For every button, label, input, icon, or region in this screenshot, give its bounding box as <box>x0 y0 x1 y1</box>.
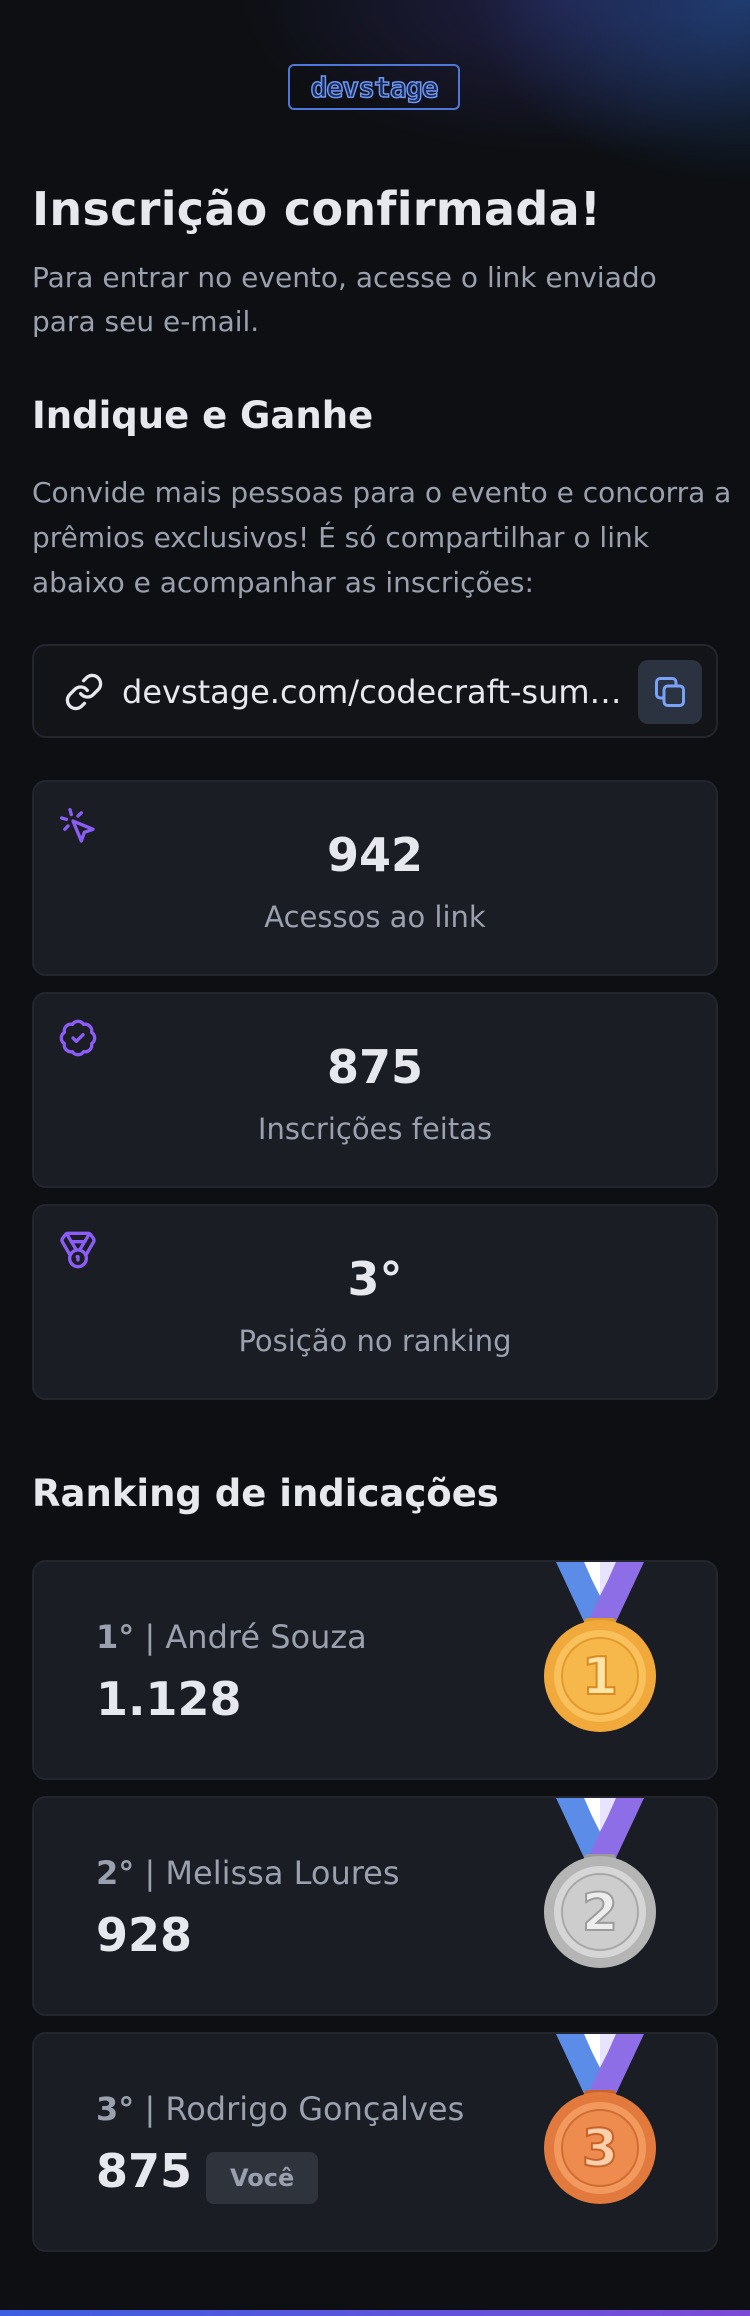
ranking-position: 2° <box>96 1854 135 1892</box>
ranking-participant: André Souza <box>165 1618 367 1656</box>
ranking-position: 3° <box>96 2090 135 2128</box>
medal-number: 1 <box>582 1647 618 1707</box>
copy-icon <box>655 677 685 707</box>
stat-label: Inscrições feitas <box>257 1112 493 1146</box>
stat-card-registrations: 875 Inscrições feitas <box>32 992 718 1188</box>
stat-card-link-access: 942 Acessos ao link <box>32 780 718 976</box>
stat-label: Acessos ao link <box>264 900 486 934</box>
referral-link-text[interactable]: devstage.com/codecraft-summit-2025/1 <box>122 668 642 716</box>
ranking-participant: Melissa Loures <box>165 1854 400 1892</box>
gold-medal-icon: 1 <box>544 1562 656 1732</box>
ranking-participant: Rodrigo Gonçalves <box>165 2090 465 2128</box>
ranking-entry-2: 2° | Melissa Loures 928 2 <box>32 1796 718 2016</box>
ranking-entry-1: 1° | André Souza 1.128 1 <box>32 1560 718 1780</box>
stat-label: Posição no ranking <box>238 1324 512 1358</box>
page-title: Inscrição confirmada! <box>32 182 602 236</box>
devstage-logo: devstage <box>288 64 460 110</box>
confirmation-subtitle: Para entrar no evento, acesse o link env… <box>32 261 657 338</box>
ranking-name: 2° | Melissa Loures <box>96 1854 400 1892</box>
stat-value: 3° <box>347 1252 403 1306</box>
medal-number: 2 <box>582 1883 618 1943</box>
referral-heading: Indique e Ganhe <box>32 394 374 437</box>
ranking-score: 1.128 <box>96 1672 242 1726</box>
stat-value: 942 <box>326 828 424 882</box>
logo-text: devstage <box>310 70 439 105</box>
referral-description: Convide mais pessoas para o evento e con… <box>32 476 732 599</box>
ranking-heading: Ranking de indicações <box>32 1472 499 1515</box>
referral-link-box[interactable]: devstage.com/codecraft-summit-2025/1 <box>32 644 718 738</box>
stat-card-ranking-position: 3° Posição no ranking <box>32 1204 718 1400</box>
ranking-score: 928 <box>96 1908 193 1962</box>
ranking-score: 875 <box>96 2144 193 2198</box>
bronze-medal-icon: 3 <box>544 2034 656 2204</box>
ranking-position: 1° <box>96 1618 135 1656</box>
bottom-accent-bar <box>0 2310 750 2316</box>
ranking-entry-3: 3° | Rodrigo Gonçalves 875 Você 3 <box>32 2032 718 2252</box>
you-badge: Você <box>206 2152 319 2204</box>
stat-value: 875 <box>326 1040 424 1094</box>
link-icon <box>65 673 103 711</box>
silver-medal-icon: 2 <box>544 1798 656 1968</box>
copy-link-button[interactable] <box>638 660 702 724</box>
ranking-name: 1° | André Souza <box>96 1618 367 1656</box>
ranking-name: 3° | Rodrigo Gonçalves <box>96 2090 465 2128</box>
medal-number: 3 <box>582 2119 618 2179</box>
